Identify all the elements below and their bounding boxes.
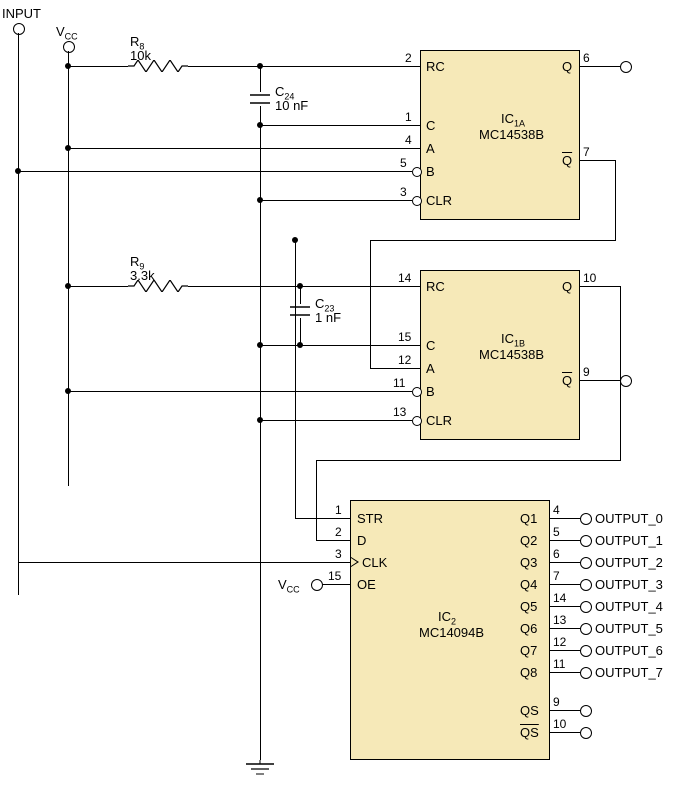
- terminal-ic2-9: [580, 727, 592, 739]
- ic2-pinname-q4-3: Q4: [520, 577, 537, 592]
- terminal-ic2-3: [580, 579, 592, 591]
- label-input: INPUT: [2, 6, 41, 21]
- label-output_3: OUTPUT_3: [595, 577, 663, 592]
- ic2-pinnum-11: 11: [553, 657, 565, 671]
- label-output_4: OUTPUT_4: [595, 599, 663, 614]
- terminal-ic2-5: [580, 623, 592, 635]
- ic2-pinname-q2-1: Q2: [520, 533, 537, 548]
- ic2-pinname-q5-4: Q5: [520, 599, 537, 614]
- ic2-pinnum-9: 9: [553, 695, 560, 709]
- ic2-pinnum-5: 5: [553, 525, 560, 539]
- ic2-pinnum-4: 4: [553, 503, 560, 517]
- label-c24-value: 10 nF: [275, 98, 308, 113]
- ic2-pinname-q8-7: Q8: [520, 665, 537, 680]
- ic2-pinnum-7: 7: [553, 569, 560, 583]
- terminal-ic2-0: [580, 513, 592, 525]
- ic2-pinname-q7-6: Q7: [520, 643, 537, 658]
- ic2-pinname-q1-0: Q1: [520, 511, 537, 526]
- ground-symbol: [244, 760, 276, 783]
- ic2-pinnum-12: 12: [553, 635, 566, 649]
- ic2-pinnum-10: 10: [553, 717, 566, 731]
- label-output_0: OUTPUT_0: [595, 511, 663, 526]
- label-r9-value: 3.3k: [130, 268, 155, 283]
- terminal-input: [13, 23, 25, 35]
- ic2-pinnum-14: 14: [553, 591, 566, 605]
- label-output_2: OUTPUT_2: [595, 555, 663, 570]
- terminal-ic2-7: [580, 667, 592, 679]
- terminal-ic2-4: [580, 601, 592, 613]
- label-output_7: OUTPUT_7: [595, 665, 663, 680]
- terminal-ic2-8: [580, 705, 592, 717]
- schematic-canvas: INPUT VCC R8 10k C24 10 nF IC1A MC14538B…: [0, 0, 700, 796]
- label-r8-value: 10k: [130, 48, 151, 63]
- ic2-pinname-qs-bar-9: QS: [520, 725, 539, 740]
- ic2-pinnum-6: 6: [553, 547, 560, 561]
- terminal-ic2-6: [580, 645, 592, 657]
- ic2-pinname-q6-5: Q6: [520, 621, 537, 636]
- terminal-ic2-2: [580, 557, 592, 569]
- label-c23-value: 1 nF: [315, 310, 341, 325]
- terminal-vcc-top: [63, 41, 75, 53]
- label-output_6: OUTPUT_6: [595, 643, 663, 658]
- ic2-pinnum-13: 13: [553, 613, 566, 627]
- terminal-ic2-1: [580, 535, 592, 547]
- label-vcc-top: VCC: [56, 24, 78, 42]
- ic2-pinname-q3-2: Q3: [520, 555, 537, 570]
- ic2-pinname-qs-8: QS: [520, 703, 539, 718]
- label-output_1: OUTPUT_1: [595, 533, 663, 548]
- label-output_5: OUTPUT_5: [595, 621, 663, 636]
